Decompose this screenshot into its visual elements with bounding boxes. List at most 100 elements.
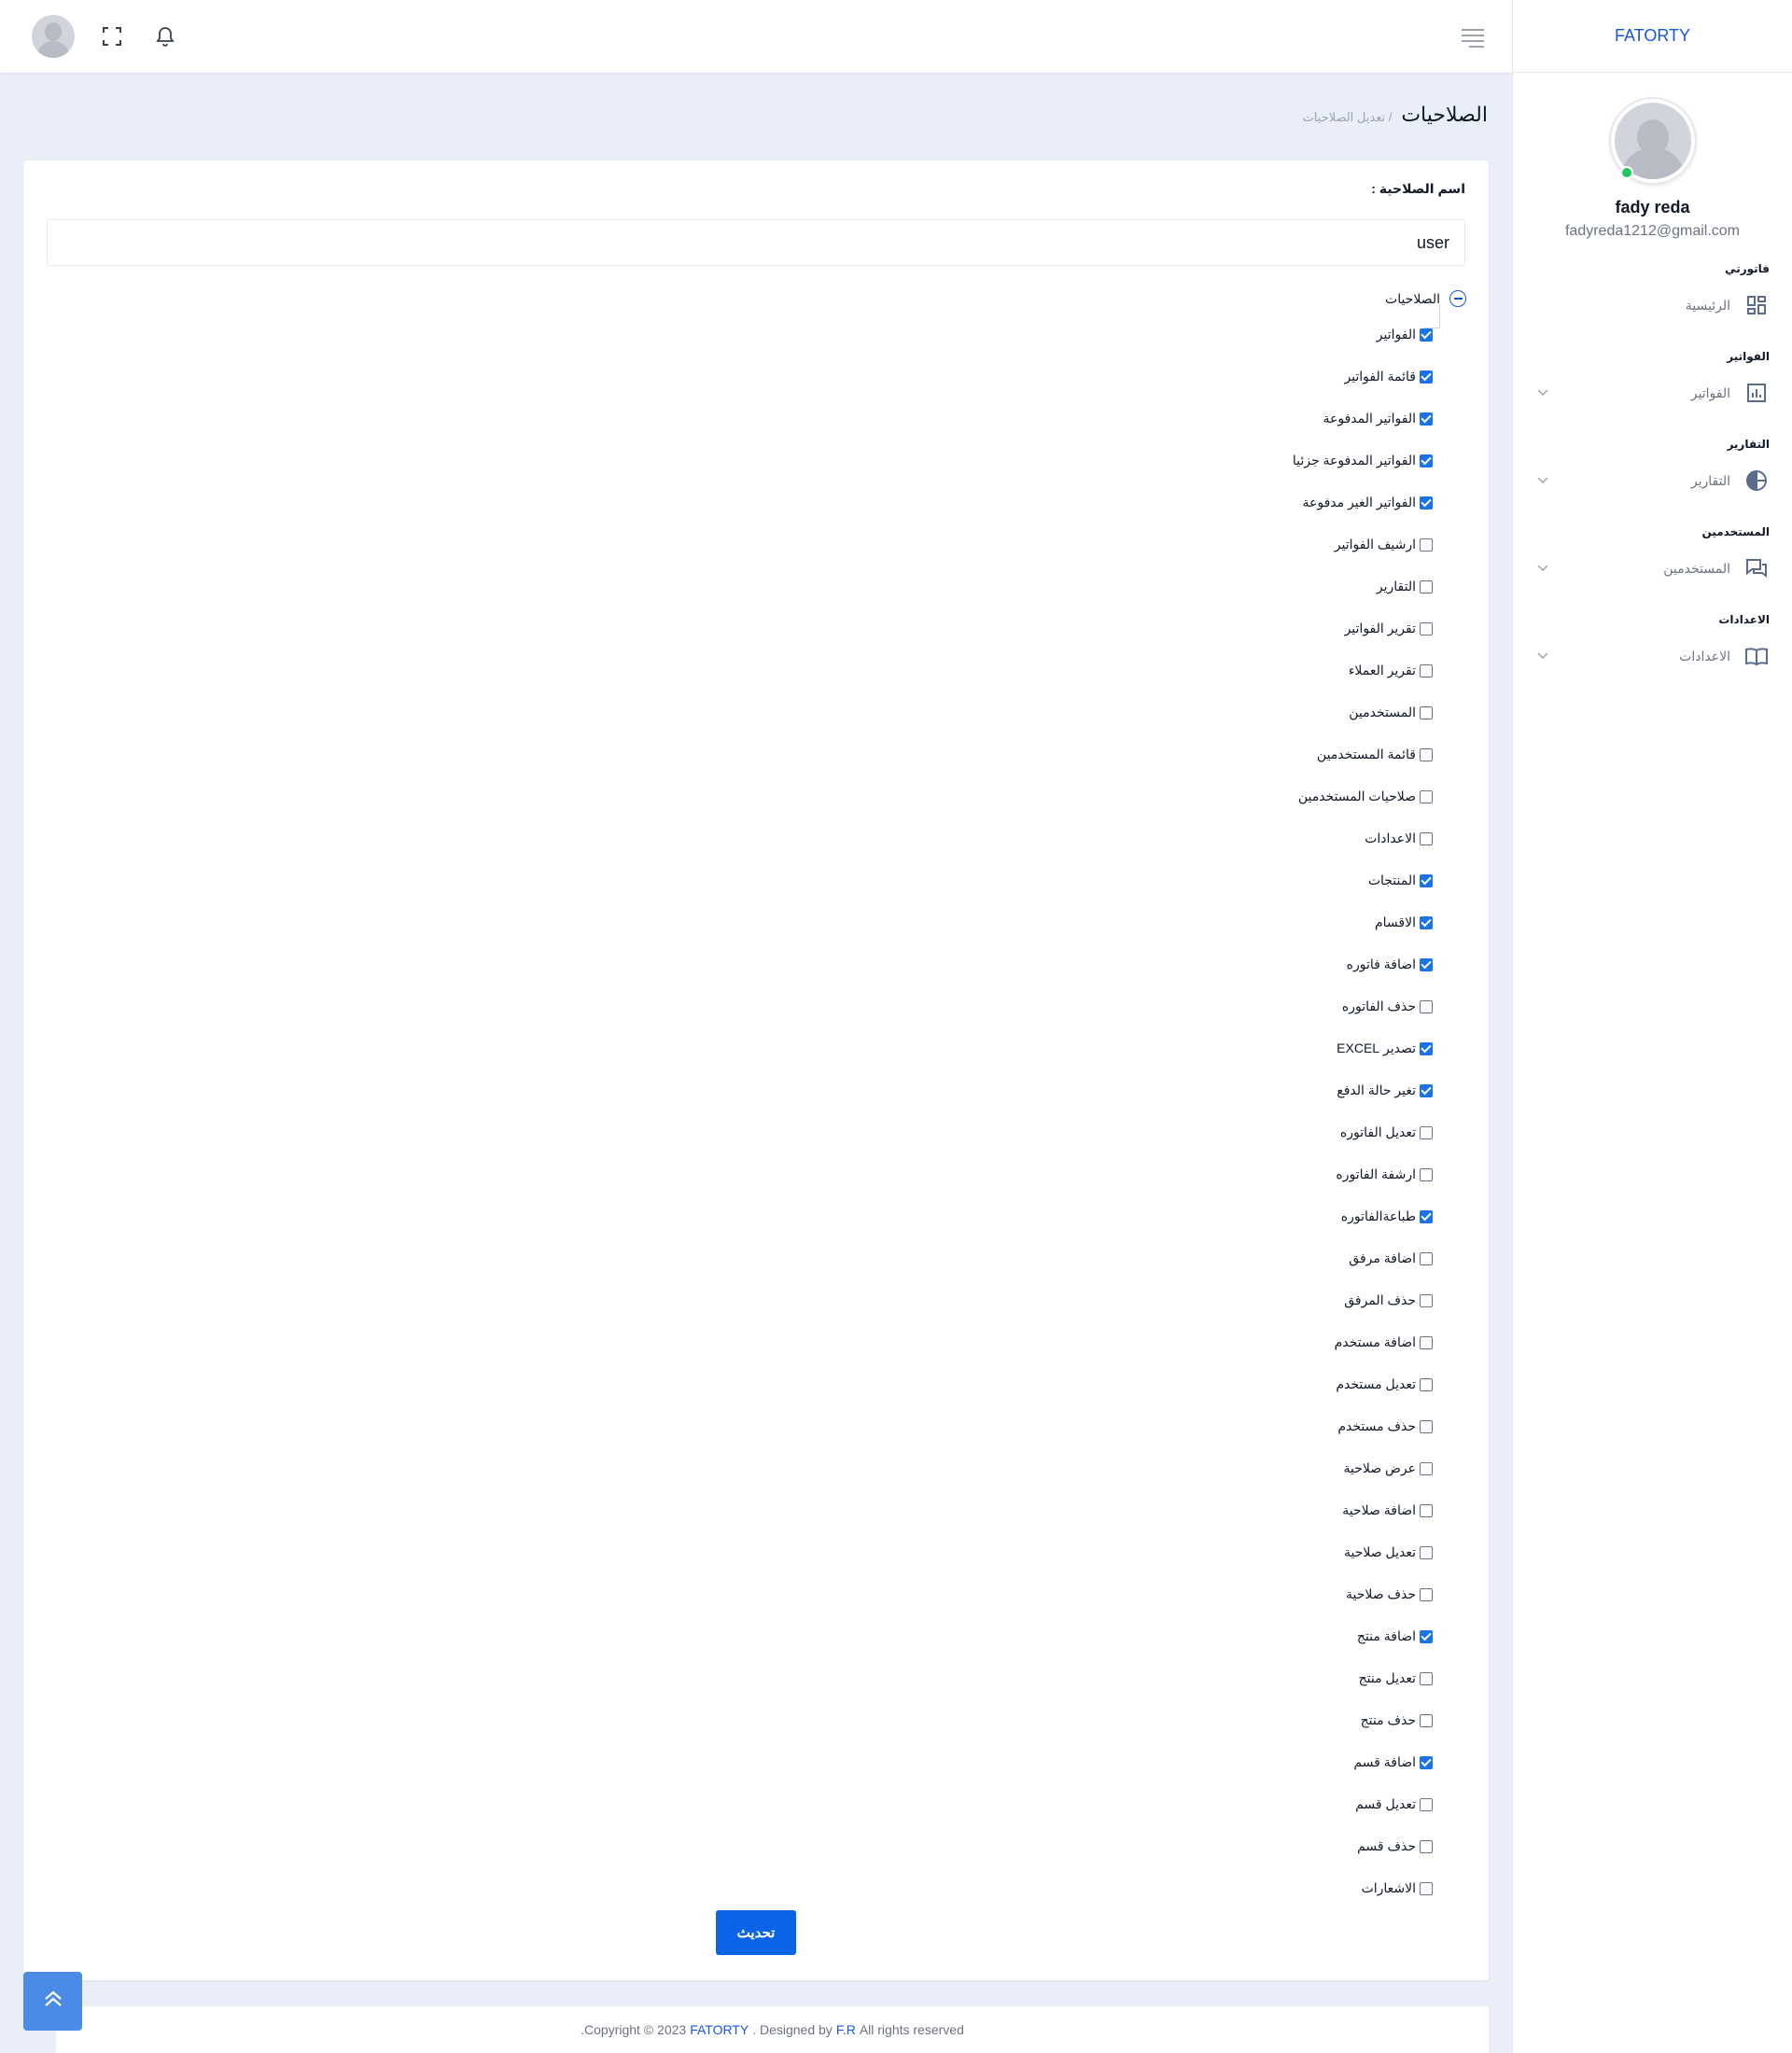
permission-item[interactable]: تعديل قسم	[1293, 1783, 1433, 1825]
permission-checkbox[interactable]	[1420, 1167, 1433, 1181]
permission-item[interactable]: حذف الفاتوره	[1293, 985, 1433, 1027]
permission-item[interactable]: الاقسام	[1293, 901, 1433, 943]
permission-checkbox[interactable]	[1420, 1251, 1433, 1265]
permission-checkbox[interactable]	[1420, 1083, 1433, 1097]
permission-checkbox[interactable]	[1420, 412, 1433, 426]
permission-item[interactable]: الاعدادات	[1293, 817, 1433, 859]
sidebar-item-home[interactable]: الرئيسية	[1535, 283, 1770, 328]
permission-checkbox[interactable]	[1420, 1797, 1433, 1811]
permission-item[interactable]: حذف منتج	[1293, 1699, 1433, 1741]
fullscreen-icon[interactable]	[99, 23, 125, 49]
permission-checkbox[interactable]	[1420, 1671, 1433, 1685]
permission-checkbox[interactable]	[1420, 1041, 1433, 1055]
permission-checkbox[interactable]	[1420, 1587, 1433, 1601]
footer-author-link[interactable]: F.R	[836, 2022, 856, 2037]
permission-checkbox[interactable]	[1420, 915, 1433, 929]
sidebar-profile: fady reda fadyreda1212@gmail.com	[1513, 73, 1792, 240]
sidebar-item-invoices[interactable]: الفواتير	[1535, 370, 1770, 415]
permission-checkbox[interactable]	[1420, 1377, 1433, 1391]
footer-brand-link[interactable]: FATORTY	[690, 2022, 749, 2037]
permission-item[interactable]: الفواتير المدفوعة جزئيا	[1293, 440, 1433, 482]
permission-item[interactable]: اضافة فاتوره	[1293, 943, 1433, 985]
permission-item[interactable]: المستخدمين	[1293, 691, 1433, 733]
permission-checkbox[interactable]	[1420, 873, 1433, 887]
permission-item[interactable]: الاشعارات	[1293, 1867, 1433, 1909]
permission-checkbox[interactable]	[1420, 663, 1433, 677]
permission-checkbox[interactable]	[1420, 621, 1433, 635]
permission-item[interactable]: تصدير EXCEL	[1293, 1027, 1433, 1069]
permission-checkbox[interactable]	[1420, 1419, 1433, 1433]
permission-checkbox[interactable]	[1420, 1125, 1433, 1139]
permission-checkbox[interactable]	[1420, 957, 1433, 971]
permission-name-input[interactable]	[47, 219, 1465, 266]
permission-item[interactable]: الفواتير	[1293, 314, 1433, 356]
sidebar-item-settings[interactable]: الاعدادات	[1535, 634, 1770, 678]
permission-item[interactable]: التقارير	[1293, 566, 1433, 608]
permission-checkbox[interactable]	[1420, 1503, 1433, 1517]
permission-checkbox[interactable]	[1420, 454, 1433, 468]
permission-item[interactable]: اضافة صلاحية	[1293, 1489, 1433, 1531]
permission-checkbox[interactable]	[1420, 1335, 1433, 1349]
scroll-top-button[interactable]	[23, 1972, 82, 2031]
permission-checkbox[interactable]	[1420, 999, 1433, 1013]
collapse-icon[interactable]	[1449, 290, 1466, 307]
permission-item[interactable]: عرض صلاحية	[1293, 1447, 1433, 1489]
permission-item[interactable]: صلاحيات المستخدمين	[1293, 775, 1433, 817]
permission-list: الفواتير قائمة الفواتير الفواتير المدفوعة ا…	[1293, 304, 1440, 1909]
permission-checkbox[interactable]	[1420, 789, 1433, 803]
permission-checkbox[interactable]	[1420, 1293, 1433, 1307]
permission-item[interactable]: حذف قسم	[1293, 1825, 1433, 1867]
update-button[interactable]: تحديث	[716, 1910, 796, 1955]
permission-checkbox[interactable]	[1420, 1839, 1433, 1853]
permission-item[interactable]: ارشفة الفاتوره	[1293, 1153, 1433, 1195]
permission-item[interactable]: المنتجات	[1293, 859, 1433, 901]
permission-item[interactable]: اضافة مرفق	[1293, 1237, 1433, 1279]
permission-item[interactable]: ارشيف الفواتير	[1293, 524, 1433, 566]
permission-item[interactable]: اضافة مستخدم	[1293, 1321, 1433, 1363]
permission-checkbox[interactable]	[1420, 831, 1433, 845]
chevron-down-icon[interactable]	[1535, 473, 1550, 488]
permission-checkbox[interactable]	[1420, 538, 1433, 552]
permission-checkbox[interactable]	[1420, 1629, 1433, 1643]
permission-item[interactable]: قائمة المستخدمين	[1293, 733, 1433, 775]
permission-item[interactable]: تغير حالة الدفع	[1293, 1069, 1433, 1111]
permission-checkbox[interactable]	[1420, 496, 1433, 510]
permission-item[interactable]: تعديل منتج	[1293, 1657, 1433, 1699]
permission-item[interactable]: اضافة منتج	[1293, 1615, 1433, 1657]
permission-item[interactable]: الفواتير المدفوعة	[1293, 398, 1433, 440]
permission-item[interactable]: حذف المرفق	[1293, 1279, 1433, 1321]
permission-checkbox[interactable]	[1420, 328, 1433, 342]
permission-item[interactable]: حذف صلاحية	[1293, 1573, 1433, 1615]
permission-checkbox[interactable]	[1420, 1713, 1433, 1727]
sidebar-item-reports[interactable]: التقارير	[1535, 458, 1770, 503]
permission-item[interactable]: طباعةالفاتوره	[1293, 1195, 1433, 1237]
chevron-down-icon[interactable]	[1535, 561, 1550, 576]
permission-checkbox[interactable]	[1420, 1545, 1433, 1559]
permission-item[interactable]: تعديل الفاتوره	[1293, 1111, 1433, 1153]
tree-root[interactable]: الصلاحيات	[1293, 289, 1466, 308]
permission-item[interactable]: تعديل مستخدم	[1293, 1363, 1433, 1405]
permission-item[interactable]: تقرير الفواتير	[1293, 608, 1433, 649]
bell-icon[interactable]	[152, 23, 178, 49]
permission-checkbox[interactable]	[1420, 580, 1433, 594]
permission-checkbox[interactable]	[1420, 370, 1433, 384]
permission-checkbox[interactable]	[1420, 705, 1433, 719]
permission-item[interactable]: تقرير العملاء	[1293, 649, 1433, 691]
sidebar-item-users[interactable]: المستخدمين	[1535, 546, 1770, 591]
permission-checkbox[interactable]	[1420, 1755, 1433, 1769]
permission-checkbox[interactable]	[1420, 1461, 1433, 1475]
permission-item[interactable]: تعديل صلاحية	[1293, 1531, 1433, 1573]
permission-label: المنتجات	[1367, 873, 1416, 887]
chevron-down-icon[interactable]	[1535, 649, 1550, 663]
permission-checkbox[interactable]	[1420, 747, 1433, 761]
menu-toggle-icon[interactable]	[1460, 27, 1486, 48]
permission-item[interactable]: حذف مستخدم	[1293, 1405, 1433, 1447]
chevron-down-icon[interactable]	[1535, 385, 1550, 400]
permission-item[interactable]: اضافة قسم	[1293, 1741, 1433, 1783]
permission-checkbox[interactable]	[1420, 1209, 1433, 1223]
user-avatar[interactable]	[32, 15, 75, 58]
brand-logo[interactable]: FATORTY	[1513, 0, 1792, 73]
permission-checkbox[interactable]	[1420, 1881, 1433, 1895]
permission-item[interactable]: الفواتير الغير مدفوعة	[1293, 482, 1433, 524]
permission-item[interactable]: قائمة الفواتير	[1293, 356, 1433, 398]
